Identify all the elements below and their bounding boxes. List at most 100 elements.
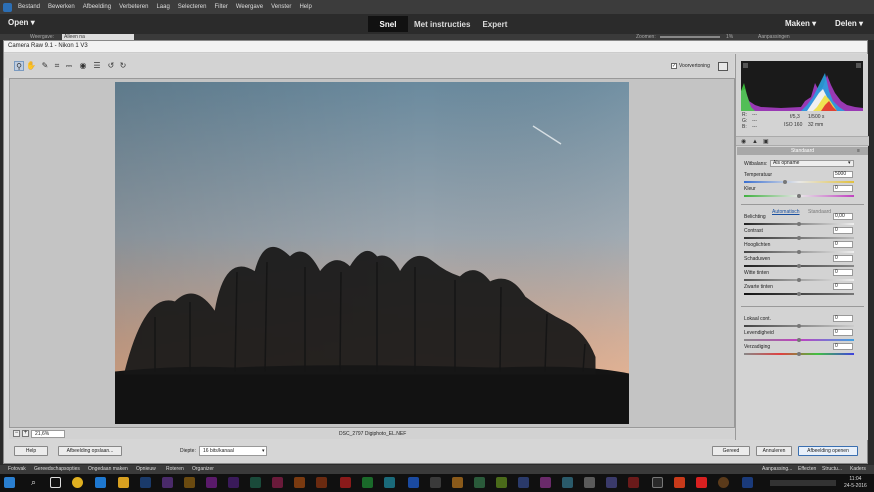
app-icon[interactable] (316, 477, 327, 488)
search-icon[interactable]: ⌕ (28, 477, 39, 488)
menu-item-verbeteren[interactable]: Verbeteren (115, 4, 152, 10)
illustrator-icon[interactable] (294, 477, 305, 488)
slider-track[interactable] (744, 338, 854, 342)
done-button[interactable]: Gereed (712, 446, 750, 456)
rotate-right-icon[interactable]: ↻ (118, 61, 128, 71)
white-balance-select[interactable]: Als opname ▾ (770, 160, 854, 167)
zoom-out-icon[interactable]: − (13, 430, 20, 437)
slider-thumb[interactable] (797, 264, 801, 268)
slider-thumb[interactable] (797, 324, 801, 328)
edge-icon[interactable] (95, 477, 106, 488)
slider-value-field[interactable]: 0 (833, 329, 853, 336)
camera-calibration-tab-icon[interactable]: ▣ (763, 139, 770, 145)
redeye-tool-icon[interactable]: ◉ (78, 61, 88, 71)
slider-value-field[interactable]: 0 (833, 283, 853, 290)
menu-item-venster[interactable]: Venster (267, 4, 295, 10)
zoom-tool-icon[interactable]: ⚲ (14, 61, 24, 71)
app-icon[interactable] (562, 477, 573, 488)
menu-item-afbeelding[interactable]: Afbeelding (79, 4, 115, 10)
highlight-clipping-icon[interactable] (856, 63, 861, 68)
slider-track[interactable] (744, 236, 854, 240)
slider-thumb[interactable] (797, 250, 801, 254)
slider-track[interactable] (744, 352, 854, 356)
slider-value-field[interactable]: 0 (833, 343, 853, 350)
menu-item-filter[interactable]: Filter (210, 4, 231, 10)
auto-button[interactable]: Automatisch (772, 209, 800, 215)
slider-value-field[interactable]: 5000 (833, 171, 853, 178)
textures-button[interactable]: Structu... (822, 466, 842, 472)
chrome-icon[interactable] (72, 477, 83, 488)
slider-track[interactable] (744, 180, 854, 184)
frames-button[interactable]: Kaders (850, 466, 866, 472)
app-icon[interactable] (742, 477, 753, 488)
slider-thumb[interactable] (797, 338, 801, 342)
slider-thumb[interactable] (797, 236, 801, 240)
app-icon[interactable] (430, 477, 441, 488)
effects-button[interactable]: Effecten (798, 466, 816, 472)
slider-track[interactable] (744, 264, 854, 268)
app-icon[interactable] (718, 477, 729, 488)
slider-value-field[interactable]: 0 (833, 185, 853, 192)
open-button[interactable]: Open ▾ (8, 18, 35, 27)
panel-menu-icon[interactable]: ≡ (857, 147, 860, 155)
fullscreen-icon[interactable] (718, 62, 728, 71)
premiere-elements-icon[interactable] (162, 477, 173, 488)
slider-track[interactable] (744, 292, 854, 296)
audition-icon[interactable] (250, 477, 261, 488)
help-button[interactable]: Help (14, 446, 48, 456)
excel-icon[interactable] (362, 477, 373, 488)
app-icon[interactable] (540, 477, 551, 488)
slider-track[interactable] (744, 324, 854, 328)
slider-value-field[interactable]: 0 (833, 227, 853, 234)
menu-item-selecteren[interactable]: Selecteren (174, 4, 211, 10)
cancel-button[interactable]: Annuleren (756, 446, 792, 456)
straighten-tool-icon[interactable]: ⎓ (64, 61, 74, 71)
calculator-icon[interactable] (652, 477, 663, 488)
tab-met-instructies[interactable]: Met instructies (408, 16, 476, 32)
photoshop-icon[interactable] (140, 477, 151, 488)
acrobat-icon[interactable] (340, 477, 351, 488)
app-icon[interactable] (674, 477, 685, 488)
tab-expert[interactable]: Expert (476, 16, 513, 32)
tool-options-button[interactable]: Gereedschapsopties (34, 466, 80, 472)
app-icon[interactable] (584, 477, 595, 488)
delen-button[interactable]: Delen ▾ (835, 19, 863, 28)
hand-tool-icon[interactable]: ✋ (26, 61, 36, 71)
slider-thumb[interactable] (797, 352, 801, 356)
photo-bin-button[interactable]: Fotovak (8, 466, 26, 472)
detail-tab-icon[interactable]: ▲ (752, 139, 759, 145)
slider-thumb[interactable] (782, 180, 787, 184)
maken-button[interactable]: Maken ▾ (785, 19, 816, 28)
menu-item-weergave[interactable]: Weergave (232, 4, 267, 10)
zoom-slider[interactable] (660, 36, 720, 38)
zoom-level-select[interactable]: 21,6% (31, 430, 65, 438)
app-icon[interactable] (496, 477, 507, 488)
rotate-left-icon[interactable]: ↺ (106, 61, 116, 71)
bridge-icon[interactable] (184, 477, 195, 488)
menu-item-bewerken[interactable]: Bewerken (44, 4, 79, 10)
file-explorer-icon[interactable] (118, 477, 129, 488)
slider-value-field[interactable]: 0 (833, 269, 853, 276)
menu-item-bestand[interactable]: Bestand (14, 4, 44, 10)
app-icon[interactable] (518, 477, 529, 488)
menu-item-help[interactable]: Help (295, 4, 315, 10)
depth-select[interactable]: 16 bits/kanaal ▾ (199, 446, 267, 456)
slider-track[interactable] (744, 194, 854, 198)
slider-thumb[interactable] (797, 278, 801, 282)
slider-value-field[interactable]: 0 (833, 315, 853, 322)
shadow-clipping-icon[interactable] (743, 63, 748, 68)
slider-thumb[interactable] (797, 292, 801, 296)
app-icon[interactable] (452, 477, 463, 488)
windows-start-icon[interactable] (4, 477, 15, 488)
slider-value-field[interactable]: 0 (833, 241, 853, 248)
taskbar-clock[interactable]: 11:04 24-5-2016 (844, 476, 867, 490)
slider-thumb[interactable] (797, 194, 801, 198)
tab-snel[interactable]: Snel (368, 16, 408, 32)
slider-value-field[interactable]: 0 (833, 255, 853, 262)
encore-icon[interactable] (606, 477, 617, 488)
save-image-button[interactable]: Afbeelding opslaan... (58, 446, 122, 456)
after-effects-icon[interactable] (228, 477, 239, 488)
undo-button[interactable]: Ongedaan maken (88, 466, 128, 472)
premiere-icon[interactable] (206, 477, 217, 488)
preferences-icon[interactable]: ☰ (92, 61, 102, 71)
